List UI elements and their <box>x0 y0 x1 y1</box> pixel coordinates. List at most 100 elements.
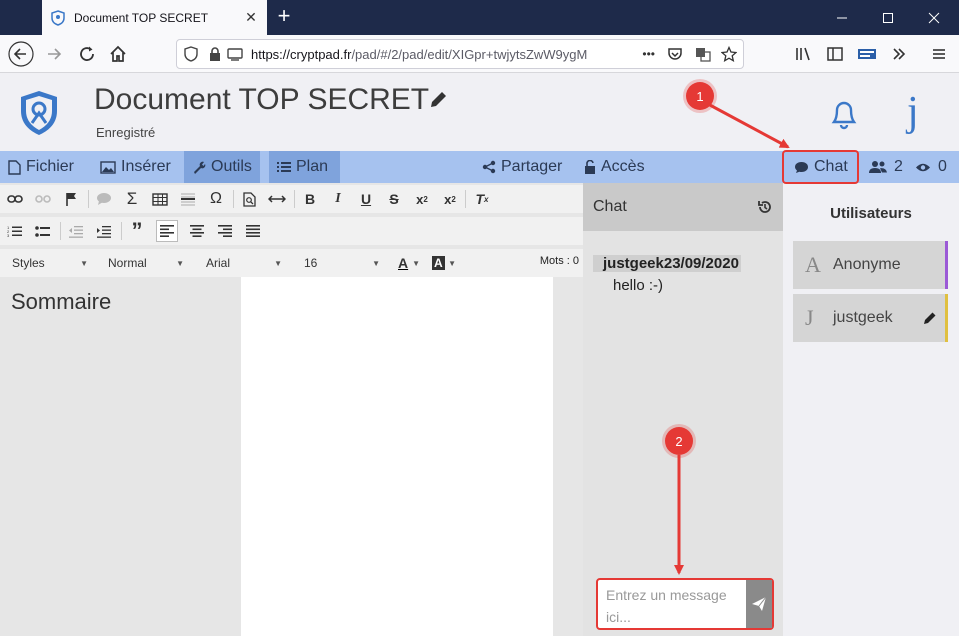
chevron-down-icon: ▼ <box>448 258 456 268</box>
horizontal-rule-icon[interactable] <box>177 188 199 210</box>
superscript-button[interactable]: x2 <box>439 188 461 210</box>
library-icon[interactable] <box>790 41 816 67</box>
browser-tab[interactable]: Document TOP SECRET ✕ <box>42 0 267 35</box>
resize-horizontal-icon[interactable] <box>266 188 288 210</box>
svg-text:3: 3 <box>7 233 10 238</box>
font-size-dropdown[interactable]: 16 ▼ <box>300 252 384 274</box>
strikethrough-button[interactable]: S <box>383 188 405 210</box>
chat-history-icon[interactable] <box>757 199 773 215</box>
new-tab-button[interactable]: + <box>272 5 296 29</box>
extension-icon[interactable] <box>854 41 880 67</box>
home-button[interactable] <box>105 41 131 67</box>
underline-button[interactable]: U <box>355 188 377 210</box>
back-button[interactable] <box>8 41 34 67</box>
menu-outils[interactable]: Outils <box>184 151 260 183</box>
document-page[interactable] <box>241 277 553 636</box>
share-button[interactable]: Partager <box>474 151 570 183</box>
editing-pencil-icon <box>924 312 936 324</box>
eye-icon <box>916 163 930 171</box>
user-card-anonyme[interactable]: A Anonyme <box>793 241 948 289</box>
editor-toolbar-row-2: 123 ” <box>0 217 583 245</box>
numbered-list-icon[interactable]: 123 <box>4 220 26 242</box>
home-icon <box>110 45 126 62</box>
user-name: Anonyme <box>833 256 901 273</box>
align-justify-button[interactable] <box>242 220 264 242</box>
link-icon[interactable] <box>4 188 26 210</box>
list-icon <box>277 162 291 172</box>
indent-icon[interactable] <box>93 220 115 242</box>
annotation-badge-1: 1 <box>686 82 714 110</box>
users-icon <box>869 161 887 173</box>
pocket-icon[interactable] <box>667 46 683 62</box>
overflow-menu-icon[interactable] <box>886 41 912 67</box>
chat-message-input[interactable] <box>598 580 746 628</box>
reload-button[interactable] <box>74 41 100 67</box>
user-avatar[interactable]: j <box>907 88 919 136</box>
remove-format-button[interactable]: Tx <box>471 188 493 210</box>
comment-icon[interactable] <box>93 188 115 210</box>
send-message-button[interactable] <box>746 580 772 628</box>
align-center-button[interactable] <box>186 220 208 242</box>
outdent-icon[interactable] <box>65 220 87 242</box>
separator <box>233 190 234 208</box>
url-text: https://cryptpad.fr/pad/#/2/pad/edit/XIG… <box>251 46 588 62</box>
user-card-justgeek[interactable]: J justgeek <box>793 294 948 342</box>
users-count[interactable]: 2 <box>869 151 903 183</box>
preview-icon[interactable] <box>238 188 260 210</box>
access-button[interactable]: Accès <box>576 151 653 183</box>
anchor-flag-icon[interactable] <box>60 188 82 210</box>
styles-dropdown[interactable]: Styles ▼ <box>8 252 92 274</box>
bookmark-star-icon[interactable] <box>721 46 737 62</box>
menu-plan[interactable]: Plan <box>269 151 341 183</box>
editor-toolbar-row-1: Σ Ω B I U S x2 x2 Tx <box>0 185 583 213</box>
app-header: Document TOP SECRET Enregistré j <box>0 73 959 151</box>
menu-fichier[interactable]: Fichier <box>0 151 82 183</box>
outline-title: Sommaire <box>11 289 112 314</box>
share-icon <box>482 160 496 174</box>
sigma-icon[interactable]: Σ <box>121 188 143 210</box>
separator <box>60 222 61 240</box>
subscript-button[interactable]: x2 <box>411 188 433 210</box>
omega-special-char-icon[interactable]: Ω <box>205 188 227 210</box>
background-color-button[interactable]: A ▼ <box>428 252 460 274</box>
forward-arrow-icon <box>48 48 62 60</box>
tab-close-icon[interactable]: ✕ <box>243 9 259 26</box>
viewers-count[interactable]: 0 <box>915 151 947 183</box>
blockquote-icon[interactable]: ” <box>126 218 148 243</box>
paper-plane-icon <box>752 596 767 611</box>
unlink-icon[interactable] <box>32 188 54 210</box>
sidebar-icon[interactable] <box>822 41 848 67</box>
align-right-button[interactable] <box>214 220 236 242</box>
browser-tabstrip: Document TOP SECRET ✕ + <box>0 0 959 35</box>
hamburger-menu-icon[interactable] <box>926 41 952 67</box>
menu-inserer[interactable]: Insérer <box>92 151 179 183</box>
image-icon <box>100 160 116 174</box>
reload-icon <box>80 46 94 61</box>
forward-button[interactable] <box>42 41 68 67</box>
bulleted-list-icon[interactable] <box>32 220 54 242</box>
url-bar[interactable]: https://cryptpad.fr/pad/#/2/pad/edit/XIG… <box>176 39 744 69</box>
translate-icon[interactable] <box>695 46 711 62</box>
italic-button[interactable]: I <box>327 188 349 210</box>
cryptpad-logo-icon[interactable] <box>18 89 60 137</box>
text-color-icon: A <box>398 255 409 271</box>
user-name: justgeek <box>833 309 893 326</box>
minimize-icon[interactable] <box>819 0 865 35</box>
close-window-icon[interactable] <box>911 0 957 35</box>
screen: Document TOP SECRET ✕ + https://cryptpad… <box>0 0 959 636</box>
align-left-button[interactable] <box>156 220 178 242</box>
cryptpad-favicon-icon <box>51 9 65 26</box>
text-color-button[interactable]: A ▼ <box>394 252 424 274</box>
editor-area: Σ Ω B I U S x2 x2 Tx 1 2 3 ” Styles ▼ No… <box>0 183 583 636</box>
font-dropdown[interactable]: Arial ▼ <box>202 252 286 274</box>
edit-title-pencil-icon[interactable] <box>428 90 448 110</box>
notifications-bell-icon[interactable] <box>828 96 860 130</box>
background-color-icon: A <box>432 256 445 270</box>
table-icon[interactable] <box>149 188 171 210</box>
maximize-icon[interactable] <box>865 0 911 35</box>
bold-button[interactable]: B <box>299 188 321 210</box>
separator <box>465 190 466 208</box>
page-actions-icon[interactable]: ••• <box>642 47 655 61</box>
format-dropdown[interactable]: Normal ▼ <box>104 252 188 274</box>
document-title[interactable]: Document TOP SECRET <box>94 83 429 117</box>
